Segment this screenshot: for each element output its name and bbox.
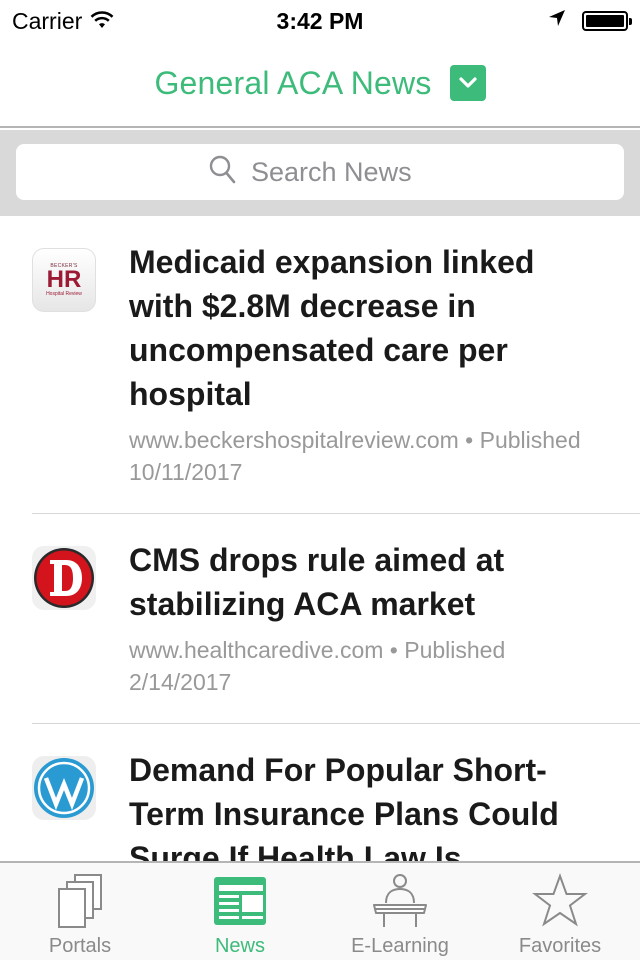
news-list[interactable]: BECKER'S HR Hospital Review Medicaid exp… — [0, 216, 640, 861]
status-time: 3:42 PM — [276, 8, 364, 34]
tab-news[interactable]: News — [160, 863, 320, 960]
news-title[interactable]: Medicaid expansion linked with $2.8M dec… — [129, 240, 600, 416]
status-right-icons — [548, 9, 632, 32]
news-meta: www.healthcaredive.com • Published 2/14/… — [129, 637, 506, 695]
lectern-icon — [372, 873, 428, 929]
chevron-down-icon — [458, 77, 477, 88]
tab-favorites[interactable]: Favorites — [480, 863, 640, 960]
news-item[interactable]: Demand For Popular Short-Term Insurance … — [0, 724, 640, 861]
newspaper-icon — [212, 873, 268, 929]
beckers-hr-logo: BECKER'S HR Hospital Review — [32, 248, 96, 312]
wordpress-logo — [32, 756, 96, 820]
portals-icon — [55, 873, 105, 929]
news-item[interactable]: BECKER'S HR Hospital Review Medicaid exp… — [0, 216, 640, 514]
news-item[interactable]: CMS drops rule aimed at stabilizing ACA … — [0, 514, 640, 724]
news-body: Demand For Popular Short-Term Insurance … — [129, 748, 640, 861]
tab-label: E-Learning — [351, 935, 449, 957]
search-bar-container — [0, 130, 640, 216]
logo-text-sub: Hospital Review — [46, 291, 82, 297]
logo-text-main: HR — [46, 266, 82, 293]
category-dropdown-button[interactable] — [449, 65, 486, 101]
tab-e-learning[interactable]: E-Learning — [320, 863, 480, 960]
search-input[interactable] — [251, 156, 431, 188]
page-title[interactable]: General ACA News — [154, 65, 431, 102]
tab-portals[interactable]: Portals — [0, 863, 160, 960]
location-arrow-icon — [548, 9, 566, 32]
nav-header: General ACA News — [0, 40, 640, 128]
news-body: CMS drops rule aimed at stabilizing ACA … — [129, 538, 640, 698]
search-icon — [209, 155, 237, 190]
news-title[interactable]: CMS drops rule aimed at stabilizing ACA … — [129, 538, 600, 626]
tab-bar: Portals News E-Learning Favorites — [0, 861, 640, 960]
tab-label: Favorites — [518, 935, 602, 957]
status-bar: Carrier 3:42 PM — [0, 0, 640, 40]
news-title[interactable]: Demand For Popular Short-Term Insurance … — [129, 748, 600, 861]
news-body: Medicaid expansion linked with $2.8M dec… — [129, 240, 640, 488]
search-field[interactable] — [16, 144, 624, 200]
tab-label: Portals — [48, 935, 112, 957]
tab-label: News — [214, 935, 265, 957]
star-icon — [532, 873, 588, 929]
battery-icon — [582, 10, 632, 31]
healthcare-dive-logo — [32, 546, 96, 610]
news-meta: www.beckershospitalreview.com • Publishe… — [129, 427, 581, 485]
